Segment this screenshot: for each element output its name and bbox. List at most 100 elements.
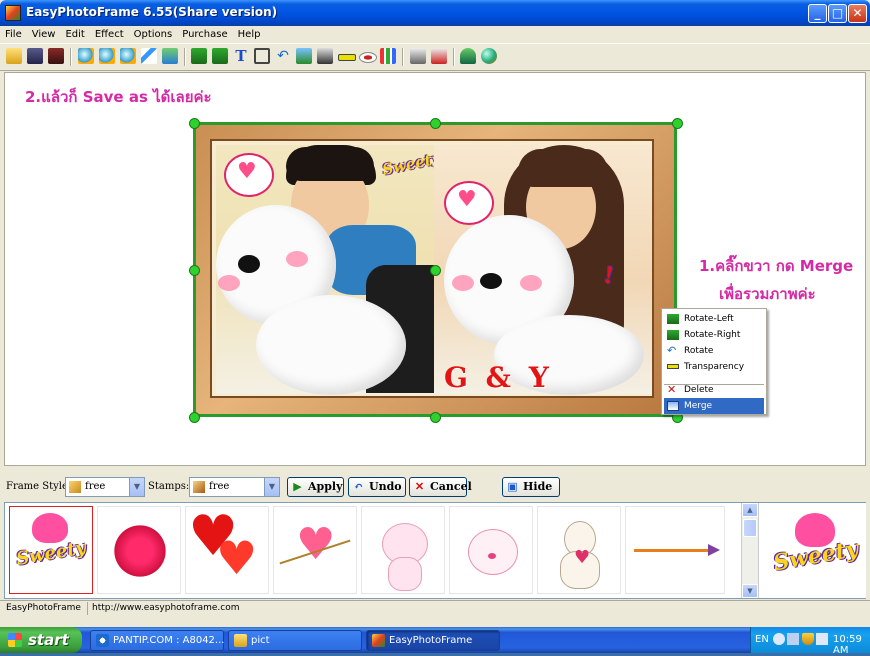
menu-purchase[interactable]: Purchase <box>177 26 232 43</box>
ctx-merge[interactable]: Merge <box>664 398 764 414</box>
start-button[interactable]: start <box>0 627 82 653</box>
status-url: http://www.easyphotoframe.com <box>92 603 240 613</box>
stamp-icon <box>193 481 205 493</box>
crop-icon[interactable] <box>254 48 270 64</box>
maximize-button[interactable]: □ <box>828 4 847 23</box>
tray-arrow-icon[interactable] <box>773 633 785 645</box>
menu-effect[interactable]: Effect <box>90 26 129 43</box>
play-icon: ▶ <box>293 480 302 493</box>
ie-icon <box>96 634 109 647</box>
windows-logo-icon <box>8 633 22 647</box>
print-icon[interactable] <box>410 48 426 64</box>
stamp-pink-bunny[interactable] <box>449 506 533 594</box>
menu-help[interactable]: Help <box>233 26 266 43</box>
resize-handle[interactable] <box>189 118 200 129</box>
stamp-arrow[interactable] <box>625 506 725 594</box>
portrait-icon[interactable] <box>317 48 333 64</box>
chart-icon[interactable] <box>380 48 396 64</box>
menu-options[interactable]: Options <box>129 26 178 43</box>
text-icon[interactable]: T <box>233 48 249 64</box>
frame-style-select[interactable]: free ▼ <box>65 477 145 497</box>
photo-left: Sweety <box>216 145 442 395</box>
save-as-hint: 2.แล้วก็ Save as ได้เลยค่ะ <box>25 88 212 106</box>
minimize-button[interactable]: _ <box>808 4 827 23</box>
flip-right-icon[interactable] <box>212 48 228 64</box>
stamp-hearts[interactable]: ♥ ♥ <box>185 506 269 594</box>
chevron-down-icon[interactable]: ▼ <box>264 478 279 496</box>
taskbar: start PANTIP.COM : A8042... pict EasyPho… <box>0 627 870 656</box>
ctx-rotate[interactable]: ↶ Rotate <box>664 343 764 359</box>
ctx-transparency[interactable]: Transparency <box>664 359 764 375</box>
picture-icon[interactable] <box>296 48 312 64</box>
toolbar: T ↶ <box>0 43 870 71</box>
transparency-icon[interactable] <box>338 54 356 61</box>
heart-bubble-sticker <box>444 181 494 225</box>
undo-button[interactable]: ↶ Undo <box>348 477 406 497</box>
folder-icon <box>234 634 247 647</box>
window-icon: ▣ <box>507 480 518 493</box>
cancel-button[interactable]: ✕ Cancel <box>409 477 472 497</box>
resize-handle[interactable] <box>430 265 441 276</box>
app-icon <box>372 634 385 647</box>
frame-icon <box>69 481 81 493</box>
stamp-scrollbar[interactable]: ▲ ▼ <box>741 503 758 598</box>
web-icon[interactable] <box>481 48 497 64</box>
zoom-fit-icon[interactable] <box>120 48 136 64</box>
add-image-icon[interactable] <box>162 48 178 64</box>
title-bar[interactable]: EasyPhotoFrame 6.55(Share version) _ □ ✕ <box>0 0 870 26</box>
language-indicator[interactable]: EN <box>755 634 769 645</box>
network-icon[interactable] <box>787 633 799 645</box>
status-app-name: EasyPhotoFrame <box>6 603 81 613</box>
ctx-delete[interactable]: ✕ Delete <box>664 382 764 398</box>
resize-handle[interactable] <box>672 118 683 129</box>
zoom-out-icon[interactable] <box>99 48 115 64</box>
menu-edit[interactable]: Edit <box>60 26 89 43</box>
rotate-icon: ↶ <box>667 344 677 357</box>
toolbar-separator <box>402 48 404 66</box>
stamp-love[interactable] <box>97 506 181 594</box>
stamp-rabbit-doll[interactable]: ♥ <box>537 506 621 594</box>
shield-icon[interactable] <box>802 633 814 645</box>
resize-handle[interactable] <box>189 412 200 423</box>
print-preview-icon[interactable] <box>431 48 447 64</box>
control-bar: Frame Style: free ▼ Stamps: free ▼ ▶ App… <box>0 469 870 503</box>
save-as-icon[interactable] <box>48 48 64 64</box>
resize-handle[interactable] <box>430 412 441 423</box>
task-folder[interactable]: pict <box>228 630 362 651</box>
stamp-pink-cat[interactable] <box>361 506 445 594</box>
plugin-icon[interactable] <box>460 48 476 64</box>
hide-button[interactable]: ▣ Hide <box>502 477 560 497</box>
magic-wand-icon[interactable] <box>141 48 157 64</box>
save-icon[interactable] <box>27 48 43 64</box>
stamp-gallery: Sweety ♥ ♥ ♥ ♥ ▲ ▼ Sweety <box>4 502 866 599</box>
ctx-rotate-left[interactable]: Rotate-Left <box>664 311 764 327</box>
ctx-rotate-right[interactable]: Rotate-Right <box>664 327 764 343</box>
stamp-sweety[interactable]: Sweety <box>9 506 93 594</box>
undo-icon[interactable]: ↶ <box>275 48 291 64</box>
open-icon[interactable] <box>6 48 22 64</box>
close-button[interactable]: ✕ <box>848 4 867 23</box>
photo-caption: G & Y <box>444 361 553 394</box>
transparency-icon <box>667 364 679 369</box>
toolbar-separator <box>70 48 72 66</box>
task-browser[interactable]: PANTIP.COM : A8042... <box>90 630 224 651</box>
scroll-thumb[interactable] <box>743 519 757 537</box>
stamps-select[interactable]: free ▼ <box>189 477 280 497</box>
merge-hint-line2: เพื่อรวมภาพค่ะ <box>719 285 816 303</box>
flip-left-icon[interactable] <box>191 48 207 64</box>
apply-button[interactable]: ▶ Apply <box>287 477 344 497</box>
scroll-down-icon[interactable]: ▼ <box>742 584 758 598</box>
scroll-up-icon[interactable]: ▲ <box>742 503 758 517</box>
stamp-heart-arrow[interactable]: ♥ <box>273 506 357 594</box>
volume-icon[interactable] <box>816 633 828 645</box>
context-menu: Rotate-Left Rotate-Right ↶ Rotate Transp… <box>661 308 767 415</box>
menu-file[interactable]: File <box>0 26 27 43</box>
resize-handle[interactable] <box>430 118 441 129</box>
task-easyphotoframe[interactable]: EasyPhotoFrame <box>366 630 500 651</box>
zoom-in-icon[interactable] <box>78 48 94 64</box>
eye-icon[interactable] <box>359 52 377 63</box>
chevron-down-icon[interactable]: ▼ <box>129 478 144 496</box>
resize-handle[interactable] <box>189 265 200 276</box>
close-icon: ✕ <box>414 480 425 493</box>
menu-view[interactable]: View <box>27 26 61 43</box>
